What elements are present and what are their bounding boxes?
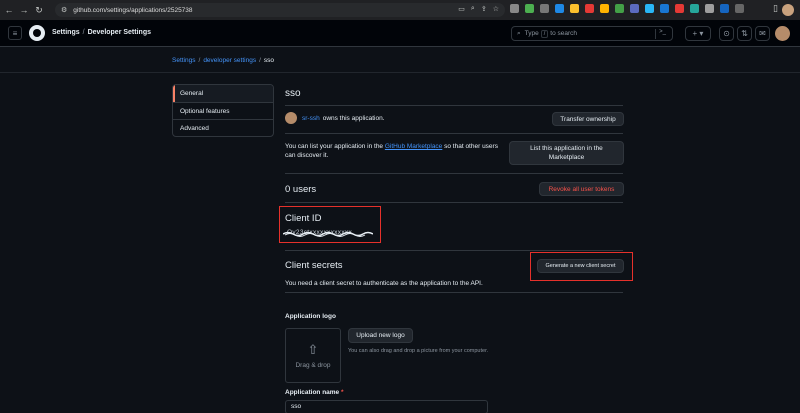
marketplace-link[interactable]: GitHub Marketplace [385, 143, 442, 150]
zoom-icon[interactable]: ⌕ [471, 5, 475, 13]
header-crumb-developer[interactable]: Developer Settings [88, 29, 151, 36]
back-icon[interactable]: ← [3, 4, 15, 16]
application-name-input[interactable]: sso [285, 400, 488, 413]
menu-icon[interactable]: ≡ [8, 26, 22, 40]
extension-icon[interactable] [630, 4, 639, 13]
sidebar-item-general[interactable]: General [173, 85, 273, 102]
application-logo-label: Application logo [285, 313, 336, 320]
upload-icon: ⇧ [307, 342, 319, 357]
forward-icon[interactable]: → [18, 4, 30, 16]
extension-icon[interactable] [600, 4, 609, 13]
github-header: ≡ Settings / Developer Settings ⌕ Type / to … [0, 20, 800, 47]
owner-link[interactable]: sr-ssh [302, 115, 320, 122]
client-secrets-text: You need a client secret to authenticate… [285, 280, 483, 287]
list-in-marketplace-button[interactable]: List this application in the Marketplace [509, 141, 624, 165]
sidebar-item-optional-features[interactable]: Optional features [173, 102, 273, 119]
github-logo-icon[interactable] [29, 25, 45, 41]
browser-toolbar: ← → ↻ ⚙ github.com/settings/applications… [0, 0, 800, 20]
owner-text: owns this application. [322, 114, 385, 122]
avatar [285, 112, 297, 124]
divider [285, 202, 623, 203]
users-count: 0 users [285, 184, 317, 195]
extension-icon[interactable] [510, 4, 519, 13]
user-avatar[interactable] [775, 26, 790, 41]
extensions-bar [510, 4, 744, 13]
annotation-box-generate-secret [530, 252, 633, 281]
extension-icon[interactable] [555, 4, 564, 13]
site-info-icon[interactable]: ⚙ [61, 6, 67, 14]
settings-sidebar: General Optional features Advanced [172, 84, 274, 137]
transfer-ownership-button[interactable]: Transfer ownership [552, 112, 624, 126]
application-name-label: Application name * [285, 389, 344, 396]
search-icon: ⌕ [517, 29, 521, 37]
page-title: sso [285, 88, 301, 99]
command-palette-icon[interactable]: >_ [655, 29, 669, 39]
divider [285, 292, 623, 293]
divider [285, 250, 623, 251]
extension-icon[interactable] [720, 4, 729, 13]
owner-row: sr-ssh owns this application. [285, 112, 385, 124]
side-panel-icon[interactable]: ▯ [773, 3, 778, 14]
divider [0, 72, 800, 73]
extension-icon[interactable] [570, 4, 579, 13]
screen-cast-icon[interactable]: ▭ [458, 5, 465, 13]
breadcrumb-developer-settings[interactable]: developer settings [203, 57, 256, 64]
profile-avatar[interactable] [782, 4, 794, 16]
header-crumb-settings[interactable]: Settings [52, 29, 80, 36]
extension-icon[interactable] [705, 4, 714, 13]
divider [285, 105, 623, 106]
sidebar-item-advanced[interactable]: Advanced [173, 119, 273, 136]
breadcrumb-current: sso [263, 57, 275, 64]
extension-icon[interactable] [675, 4, 684, 13]
extension-icon[interactable] [540, 4, 549, 13]
search-input[interactable]: ⌕ Type / to search >_ [511, 26, 673, 41]
breadcrumb-settings[interactable]: Settings [172, 57, 196, 64]
upload-logo-button[interactable]: Upload new logo [348, 328, 413, 343]
url-text: github.com/settings/applications/2525738 [73, 6, 193, 14]
breadcrumb: Settings / developer settings / sso [172, 57, 275, 64]
extension-icon[interactable] [525, 4, 534, 13]
annotation-box-client-id [279, 206, 381, 243]
divider [285, 133, 623, 134]
issues-icon[interactable]: ⊙ [719, 26, 734, 41]
pull-requests-icon[interactable]: ⇅ [737, 26, 752, 41]
logo-dropzone[interactable]: ⇧ Drag & drop [285, 328, 341, 383]
extension-icon[interactable] [690, 4, 699, 13]
bookmark-star-icon[interactable]: ☆ [493, 5, 499, 13]
extension-icon[interactable] [615, 4, 624, 13]
revoke-tokens-button[interactable]: Revoke all user tokens [539, 182, 624, 196]
client-secrets-title: Client secrets [285, 260, 343, 271]
address-bar[interactable]: ⚙ github.com/settings/applications/25257… [55, 3, 505, 17]
divider [285, 173, 623, 174]
create-new-button[interactable]: + ▾ [685, 26, 711, 41]
reload-icon[interactable]: ↻ [33, 4, 45, 16]
marketplace-text: You can list your application in the Git… [285, 143, 498, 159]
share-icon[interactable]: ⇪ [481, 5, 487, 13]
inbox-icon[interactable]: ✉ [755, 26, 770, 41]
puzzle-icon[interactable] [735, 4, 744, 13]
drag-hint-text: You can also drag and drop a picture fro… [348, 348, 489, 354]
header-breadcrumb: Settings / Developer Settings [52, 29, 151, 36]
extension-icon[interactable] [645, 4, 654, 13]
extension-icon[interactable] [585, 4, 594, 13]
extension-icon[interactable] [660, 4, 669, 13]
